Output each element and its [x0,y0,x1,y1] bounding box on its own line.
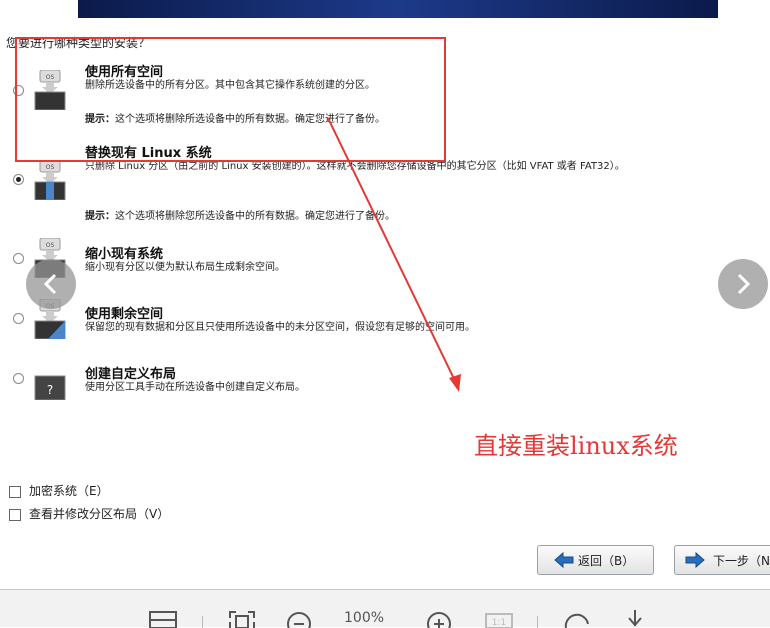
zoom-in-icon[interactable] [425,610,453,628]
toolbar-divider [202,616,203,628]
zoom-out-icon[interactable] [285,610,313,628]
fit-window-icon[interactable] [148,610,178,628]
zoom-level: 100% [344,610,385,626]
annotation-text: 直接重装linux系统 [474,432,678,460]
fullscreen-icon[interactable] [228,610,256,628]
viewer-toolbar: 100% 1:1 [0,589,770,628]
annotation-arrow-icon [327,117,461,392]
svg-text:1:1: 1:1 [492,618,506,628]
download-icon[interactable] [626,608,644,628]
toolbar-divider [537,616,538,628]
